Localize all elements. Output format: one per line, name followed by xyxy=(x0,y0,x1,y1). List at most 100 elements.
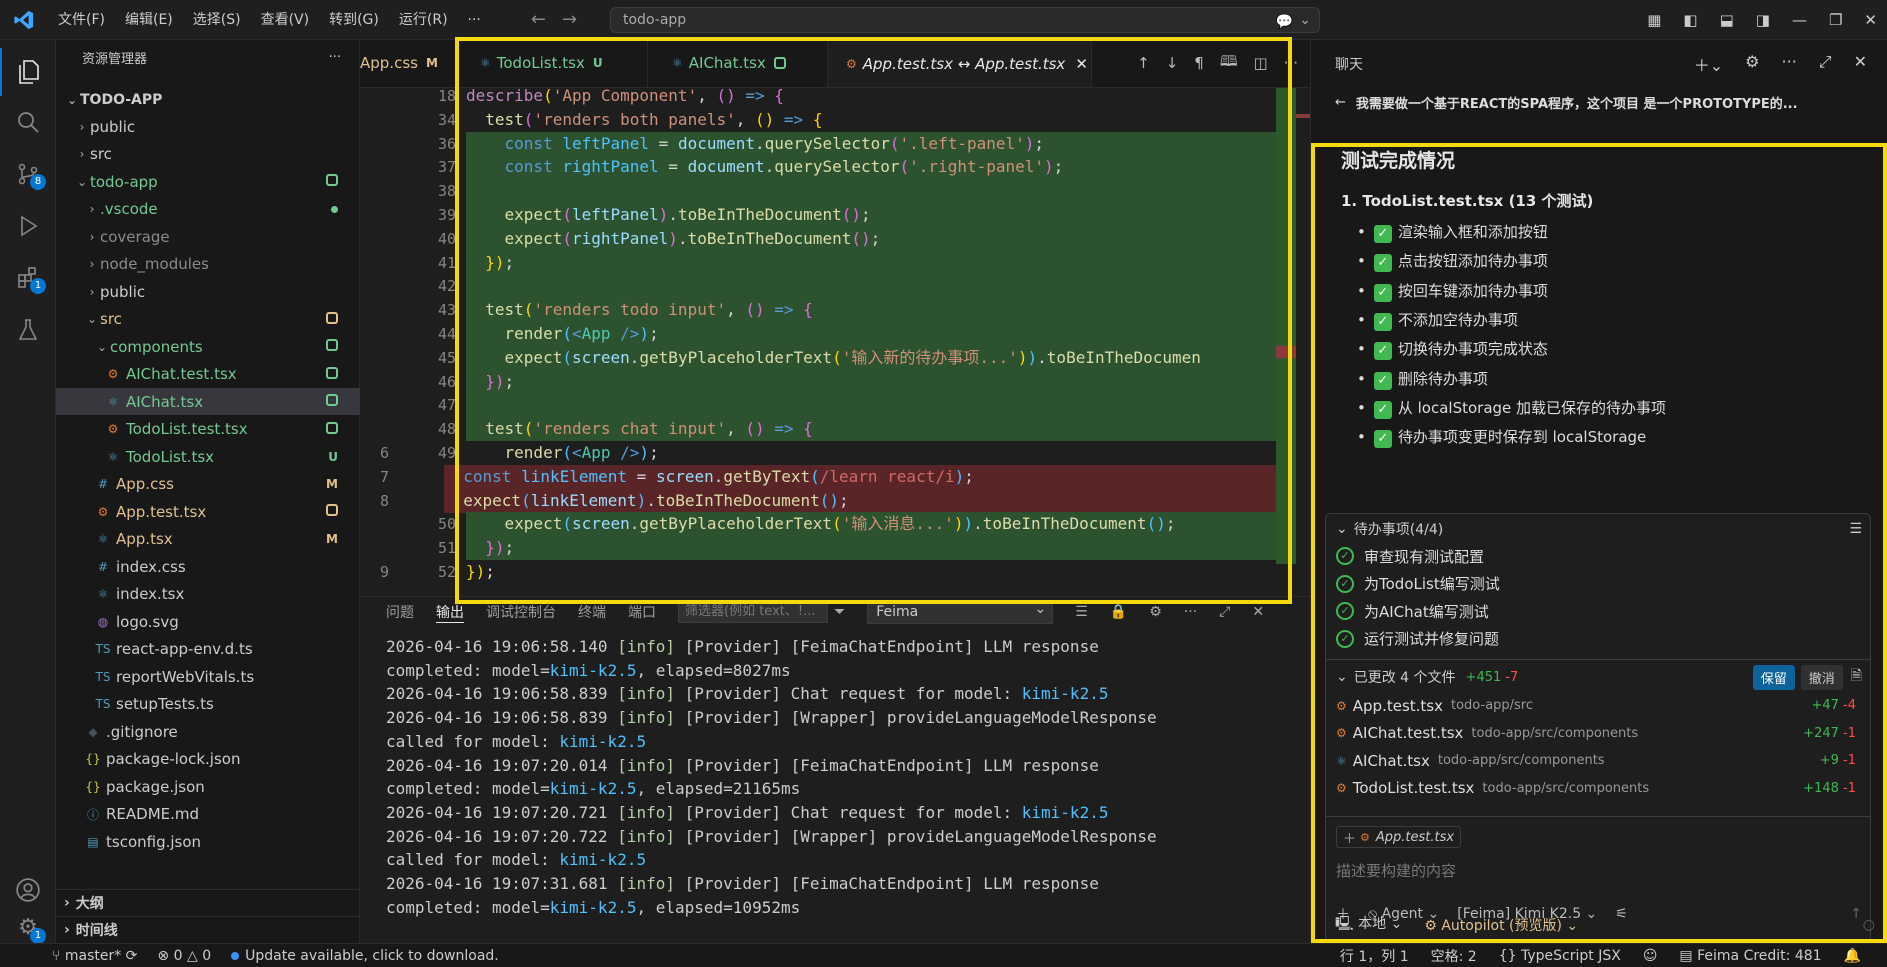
tree-item[interactable]: › public xyxy=(56,278,360,305)
copilot-icon[interactable]: ☺ xyxy=(1643,948,1658,964)
code-line[interactable]: }); xyxy=(466,369,1276,394)
changed-file-row[interactable]: ⚙ App.test.tsx todo-app/src +47 -4 xyxy=(1336,692,1856,719)
language-mode[interactable]: {} TypeScript JSX xyxy=(1499,948,1621,964)
code-area[interactable]: describe('App Component', () => { test('… xyxy=(444,88,1276,586)
code-line[interactable]: expect(screen.getByPlaceholderText('输入新的… xyxy=(466,345,1276,370)
tab-app-css[interactable]: App.css M xyxy=(360,39,456,87)
list-filter-icon[interactable]: ☰ xyxy=(1075,604,1088,620)
tree-item[interactable]: ⌄ components xyxy=(56,333,360,360)
back-arrow-icon[interactable]: ← xyxy=(1335,95,1346,110)
code-line[interactable]: expect(leftPanel).toBeInTheDocument(); xyxy=(466,203,1276,227)
output-channel-select[interactable]: Feima xyxy=(867,598,1054,624)
changed-file-row[interactable]: ⚙ AIChat.test.tsx todo-app/src/components +… xyxy=(1336,720,1856,747)
tree-item[interactable]: › .vscode xyxy=(56,196,360,223)
tree-item[interactable]: › public xyxy=(56,113,360,140)
close-tab-icon[interactable]: ✕ xyxy=(1075,55,1088,73)
tree-item[interactable]: {} package-lock.json xyxy=(56,746,360,773)
tree-item[interactable]: TS reportWebVitals.ts xyxy=(56,663,360,690)
tree-item[interactable]: › coverage xyxy=(56,223,360,250)
code-line[interactable]: const linkElement = screen.getByText(/le… xyxy=(444,464,1276,489)
keep-button[interactable]: 保留 xyxy=(1752,664,1795,690)
tree-item[interactable]: ▤ tsconfig.json xyxy=(56,828,360,855)
tree-item[interactable]: ⌄ src xyxy=(56,306,360,333)
maximize-icon[interactable]: ⤢ xyxy=(1819,52,1832,76)
update-notice[interactable]: Update available, click to download. xyxy=(231,948,499,964)
close-panel-icon[interactable]: ✕ xyxy=(1252,604,1264,620)
tree-item[interactable]: TS react-app-env.d.ts xyxy=(56,636,360,663)
tree-item[interactable]: ◆ .gitignore xyxy=(56,718,360,745)
arrow-up-icon[interactable]: ↑ xyxy=(1137,54,1150,72)
testing-flask-icon[interactable] xyxy=(0,306,56,354)
tab-aichat[interactable]: ⚛ AIChat.tsx xyxy=(648,39,828,87)
code-line[interactable]: const leftPanel = document.querySelector… xyxy=(466,131,1276,156)
tree-item[interactable]: ◍ logo.svg xyxy=(56,608,360,635)
code-line[interactable] xyxy=(466,179,1276,204)
source-control-icon[interactable]: 8 xyxy=(0,150,56,198)
layout-icon[interactable]: ▦ xyxy=(1647,11,1661,29)
code-line[interactable]: test('renders chat input', () => { xyxy=(466,417,1276,442)
menu-item[interactable]: ··· xyxy=(458,0,491,40)
menu-item[interactable]: 查看(V) xyxy=(251,0,320,40)
tree-item[interactable]: # index.css xyxy=(56,553,360,580)
toggle-panel-icon[interactable]: ⬓ xyxy=(1720,11,1734,29)
code-line[interactable]: expect(screen.getByPlaceholderText('输入消息… xyxy=(466,512,1276,537)
tree-item[interactable]: ⚙ App.test.tsx xyxy=(56,498,360,525)
code-line[interactable]: const rightPanel = document.querySelecto… xyxy=(466,155,1276,180)
code-line[interactable]: render(<App />); xyxy=(466,322,1276,346)
menu-item[interactable]: 运行(R) xyxy=(389,0,458,40)
more-actions-icon[interactable]: ··· xyxy=(1184,604,1197,620)
chat-icon[interactable]: 💬 xyxy=(1276,10,1293,34)
tab-problems[interactable]: 问题 xyxy=(386,602,414,622)
tree-item[interactable]: ⌄ todo-app xyxy=(56,168,360,195)
credit-item[interactable]: ▤ Feima Credit: 481 xyxy=(1679,948,1821,964)
diff-view-icon[interactable]: 🗎 xyxy=(1851,665,1862,689)
settings-gear-icon[interactable]: ⚙ 1 xyxy=(0,910,56,944)
arrow-down-icon[interactable]: ↓ xyxy=(1166,54,1179,72)
menu-item[interactable]: 转到(G) xyxy=(319,0,389,40)
tree-item[interactable]: ⚛ index.tsx xyxy=(56,581,360,608)
gear-icon[interactable]: ⚙ xyxy=(1745,52,1759,76)
menu-item[interactable]: 编辑(E) xyxy=(115,0,183,40)
indentation[interactable]: 空格: 2 xyxy=(1431,946,1477,966)
filter-icon[interactable]: ⏷ xyxy=(834,604,845,620)
tab-terminal[interactable]: 终端 xyxy=(578,602,606,622)
undo-button[interactable]: 撤消 xyxy=(1800,664,1843,690)
tree-item[interactable]: › src xyxy=(56,141,360,168)
timeline-section[interactable]: › 时间线 xyxy=(56,916,360,942)
attachment-chip[interactable]: ＋ ⚙ App.test.tsx xyxy=(1336,826,1462,848)
autopilot-picker[interactable]: ⚙ Autopilot (预览版) ⌄ xyxy=(1424,915,1578,935)
tree-item[interactable]: {} package.json xyxy=(56,773,360,800)
code-line[interactable] xyxy=(466,274,1276,299)
code-line[interactable]: }); xyxy=(466,536,1276,561)
branch-item[interactable]: ⑂ master* ⟳ xyxy=(52,948,137,964)
toggle-sidebar-icon[interactable]: ◧ xyxy=(1683,11,1697,29)
minimap[interactable] xyxy=(1276,88,1310,586)
cursor-position[interactable]: 行 1，列 1 xyxy=(1340,946,1409,966)
tree-item[interactable]: ⚙ TodoList.test.tsx xyxy=(56,416,360,443)
code-line[interactable]: expect(linkElement).toBeInTheDocument(); xyxy=(444,488,1276,513)
tree-item[interactable]: ⚛ AIChat.tsx xyxy=(56,388,360,415)
command-center-search[interactable]: todo-app 💬 ⌄ xyxy=(610,7,1320,33)
split-editor-icon[interactable]: ◫ xyxy=(1254,54,1268,72)
code-line[interactable] xyxy=(466,393,1276,418)
more-actions-icon[interactable]: ··· xyxy=(1782,52,1797,76)
explorer-icon[interactable] xyxy=(0,48,56,96)
outline-section[interactable]: › 大纲 xyxy=(56,889,360,915)
changed-file-row[interactable]: ⚙ TodoList.test.tsx todo-app/src/component… xyxy=(1336,775,1856,802)
tree-item[interactable]: ⚙ AIChat.test.tsx xyxy=(56,361,360,388)
account-icon[interactable] xyxy=(0,866,56,914)
diff-editor[interactable]: 18 34 36 37 38 39 40 41 42 43 44 45 46 47 48 6 49 7 8 50 51 9… xyxy=(360,88,1310,586)
chevron-down-icon[interactable]: ⌄ xyxy=(1299,8,1311,32)
tab-debug-console[interactable]: 调试控制台 xyxy=(486,602,556,622)
extensions-icon[interactable]: 1 xyxy=(0,254,56,302)
output-filter-input[interactable]: 筛选器(例如 text、!... xyxy=(678,601,828,623)
minimize-icon[interactable]: — xyxy=(1792,11,1807,29)
tree-item[interactable]: ⓘ README.md xyxy=(56,801,360,828)
code-line[interactable]: expect(rightPanel).toBeInTheDocument(); xyxy=(466,226,1276,251)
notifications-bell-icon[interactable]: 🔔 xyxy=(1844,948,1861,964)
pilcrow-icon[interactable]: ¶ xyxy=(1194,54,1204,72)
forward-arrow-icon[interactable]: → xyxy=(562,9,577,30)
tree-item[interactable]: # App.css M xyxy=(56,471,360,498)
more-actions-icon[interactable]: ··· xyxy=(1284,54,1298,72)
code-line[interactable]: }); xyxy=(466,250,1276,275)
